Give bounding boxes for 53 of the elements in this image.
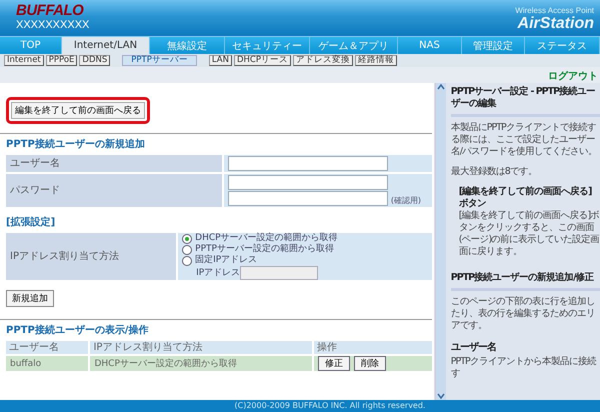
- column-header: 操作: [314, 341, 432, 354]
- field-label: IPアドレス割り当て方法: [6, 233, 176, 280]
- radio-button[interactable]: [182, 244, 192, 254]
- help-text: このページの下部の表に行を追加したり、表の行を編集するためのエリアです。: [450, 296, 596, 332]
- radio-label: PPTPサーバー設定の範囲から取得: [195, 244, 334, 254]
- confirm-note: (確認用): [390, 195, 422, 207]
- sub-tab[interactable]: DHCPリース: [234, 55, 291, 66]
- help-heading: ユーザー名: [450, 340, 497, 354]
- field-label: IPアドレス: [196, 267, 240, 279]
- scroll-up-icon[interactable]: [436, 83, 445, 91]
- help-text: PPTPクライアントから本製品に接続す: [450, 356, 597, 380]
- section-title: PPTP接続ユーザーの表示/操作: [6, 325, 150, 337]
- table-cell: buffalo: [6, 356, 88, 371]
- sub-tab[interactable]: LAN: [208, 55, 232, 66]
- product-logo: AirStation: [518, 15, 594, 32]
- nav-tab[interactable]: Internet/LAN: [62, 37, 150, 54]
- table-cell: DHCPサーバー設定の範囲から取得: [90, 356, 312, 371]
- brand-logo: BUFFALO: [16, 3, 84, 19]
- sub-tab[interactable]: Internet: [4, 55, 44, 66]
- back-button[interactable]: 編集を終了して前の画面へ戻る: [11, 102, 145, 119]
- sub-tab[interactable]: DDNS: [79, 55, 110, 66]
- row-action-button[interactable]: 修正: [318, 356, 350, 371]
- column-header: IPアドレス割り当て方法: [90, 341, 312, 354]
- add-button[interactable]: 新規追加: [6, 290, 54, 307]
- field-label: ユーザー名: [6, 155, 222, 172]
- section-title: [拡張設定]: [6, 217, 56, 229]
- help-heading: [編集を終了して前の画面へ戻る]ボタン: [458, 186, 593, 210]
- sub-tab[interactable]: 経路情報: [354, 55, 397, 66]
- radio-label: 固定IPアドレス: [195, 255, 258, 266]
- password-field[interactable]: [228, 175, 388, 190]
- help-text: 本製品にPPTPクライアントで接続する際には、ここで設定したユーザー名/パスワードを使用してください。: [450, 122, 598, 158]
- sub-tab[interactable]: PPTPサーバー: [122, 55, 197, 66]
- sub-tab[interactable]: アドレス変換: [292, 55, 353, 66]
- scrollbar[interactable]: [434, 83, 446, 400]
- column-header: ユーザー名: [6, 341, 88, 354]
- copyright-text: (C)2000-2009 BUFFALO INC. All rights reserved.: [234, 400, 426, 412]
- help-heading: PPTPサーバー設定 - PPTP接続ユーザーの編集: [450, 86, 600, 117]
- row-action-button[interactable]: 削除: [354, 356, 386, 371]
- scroll-down-icon[interactable]: [436, 392, 445, 400]
- product-tagline: Wireless Access Point: [515, 6, 594, 15]
- radio-button[interactable]: [182, 256, 192, 266]
- password-confirm-field[interactable]: [228, 191, 388, 206]
- logout-link[interactable]: ログアウト: [548, 69, 598, 83]
- section-title: PPTP接続ユーザーの新規追加: [6, 139, 146, 151]
- radio-label: DHCPサーバー設定の範囲から取得: [195, 233, 338, 244]
- field-label: パスワード: [6, 174, 222, 207]
- radio-button[interactable]: [182, 234, 192, 244]
- help-text: [編集を終了して前の画面へ戻る]ボタンをクリックすると、この画面(ページ)の前に表示していた設定画面に戻ります。: [458, 210, 600, 258]
- username-field[interactable]: [228, 156, 388, 171]
- help-heading: PPTP接続ユーザーの新規追加/修正: [450, 272, 600, 291]
- sub-tab[interactable]: PPPoE: [46, 55, 78, 66]
- help-text: 最大登録数は8です。: [450, 166, 538, 178]
- device-name: XXXXXXXXXX: [16, 19, 90, 32]
